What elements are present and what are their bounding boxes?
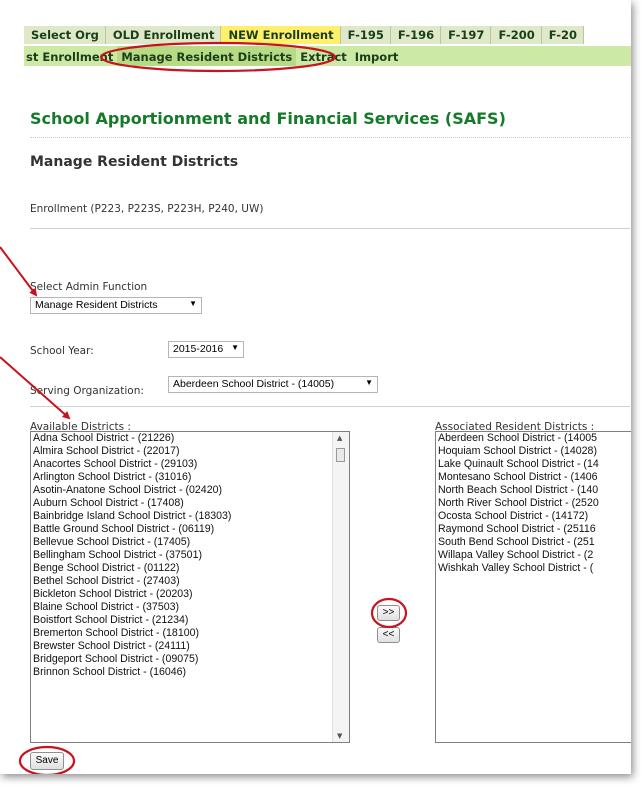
available-list-item[interactable]: Bethel School District - (27403) <box>31 575 349 588</box>
screenshot-frame: Select Org OLD Enrollment NEW Enrollment… <box>0 0 631 774</box>
available-list-item[interactable]: Almira School District - (22017) <box>31 445 349 458</box>
associated-list-item[interactable]: Ocosta School District - (14172) <box>436 510 631 523</box>
school-year-select[interactable]: 2015-2016 ▼ <box>168 341 244 358</box>
add-district-button[interactable]: >> <box>377 605 400 621</box>
enrollment-description: Enrollment (P223, P223S, P223H, P240, UW… <box>30 203 264 215</box>
associated-list-item[interactable]: North Beach School District - (140 <box>436 484 631 497</box>
subtab-import[interactable]: Import <box>351 46 403 66</box>
associated-items: Aberdeen School District - (14005 Hoquiam… <box>436 432 631 575</box>
section-title: Manage Resident Districts <box>30 154 239 170</box>
available-list-item[interactable]: Benge School District - (01122) <box>31 562 349 575</box>
save-button[interactable]: Save <box>30 752 64 770</box>
scroll-down-icon[interactable]: ▼ <box>337 732 342 740</box>
serving-org-select[interactable]: Aberdeen School District - (14005) ▼ <box>168 376 378 393</box>
scrollbar[interactable]: ▲ ▼ <box>332 432 349 742</box>
associated-list-item[interactable]: Raymond School District - (25116 <box>436 523 631 536</box>
available-items: Adna School District - (21226) Almira Sch… <box>31 432 349 679</box>
associated-list-item[interactable]: Wishkah Valley School District - ( <box>436 562 631 575</box>
school-year-label: School Year: <box>30 345 94 357</box>
tab-f20x[interactable]: F-20 <box>542 26 584 44</box>
available-list-item[interactable]: Blaine School District - (37503) <box>31 601 349 614</box>
available-list-item[interactable]: Boistfort School District - (21234) <box>31 614 349 627</box>
subtab-enrollment[interactable]: st Enrollment <box>24 46 117 66</box>
available-list-item[interactable]: Asotin-Anatone School District - (02420) <box>31 484 349 497</box>
subtab-extract[interactable]: Extract <box>296 46 351 66</box>
available-list-item[interactable]: Auburn School District - (17408) <box>31 497 349 510</box>
available-list-item[interactable]: Anacortes School District - (29103) <box>31 458 349 471</box>
available-list-item[interactable]: Bellevue School District - (17405) <box>31 536 349 549</box>
available-districts-list[interactable]: Adna School District - (21226) Almira Sch… <box>30 431 350 743</box>
school-year-value: 2015-2016 <box>173 343 224 355</box>
divider <box>30 228 630 229</box>
admin-function-label: Select Admin Function <box>30 281 148 293</box>
tab-f196[interactable]: F-196 <box>391 26 442 44</box>
available-list-item[interactable]: Adna School District - (21226) <box>31 432 349 445</box>
page: Select Org OLD Enrollment NEW Enrollment… <box>0 0 631 774</box>
associated-list-item[interactable]: South Bend School District - (251 <box>436 536 631 549</box>
subtab-manage-resident-districts[interactable]: Manage Resident Districts <box>117 46 297 66</box>
available-list-item[interactable]: Bremerton School District - (18100) <box>31 627 349 640</box>
page-title: School Apportionment and Financial Servi… <box>30 109 506 128</box>
associated-list-item[interactable]: Montesano School District - (1406 <box>436 471 631 484</box>
tab-new-enrollment[interactable]: NEW Enrollment <box>221 26 341 44</box>
admin-function-value: Manage Resident Districts <box>35 299 158 311</box>
tab-select-org[interactable]: Select Org <box>24 26 106 44</box>
admin-function-select[interactable]: Manage Resident Districts ▼ <box>30 297 202 314</box>
divider <box>30 406 630 407</box>
dropdown-arrow-icon: ▼ <box>189 299 197 308</box>
serving-org-value: Aberdeen School District - (14005) <box>173 378 335 390</box>
associated-list-item[interactable]: Hoquiam School District - (14028) <box>436 445 631 458</box>
available-list-item[interactable]: Bainbridge Island School District - (183… <box>31 510 349 523</box>
associated-districts-list[interactable]: Aberdeen School District - (14005 Hoquiam… <box>435 431 631 743</box>
available-list-item[interactable]: Bridgeport School District - (09075) <box>31 653 349 666</box>
available-list-item[interactable]: Brinnon School District - (16046) <box>31 666 349 679</box>
scroll-up-icon[interactable]: ▲ <box>337 434 342 442</box>
scroll-thumb[interactable] <box>336 448 345 462</box>
associated-list-item[interactable]: Willapa Valley School District - (2 <box>436 549 631 562</box>
available-list-item[interactable]: Arlington School District - (31016) <box>31 471 349 484</box>
available-list-item[interactable]: Bickleton School District - (20203) <box>31 588 349 601</box>
associated-list-item[interactable]: Aberdeen School District - (14005 <box>436 432 631 445</box>
serving-org-label: Serving Organization: <box>30 385 144 397</box>
remove-district-button[interactable]: << <box>377 627 400 643</box>
title-divider <box>30 137 630 138</box>
dropdown-arrow-icon: ▼ <box>231 343 239 352</box>
available-list-item[interactable]: Brewster School District - (24111) <box>31 640 349 653</box>
main-nav-tabs: Select Org OLD Enrollment NEW Enrollment… <box>24 26 584 44</box>
tab-old-enrollment[interactable]: OLD Enrollment <box>106 26 222 44</box>
sub-nav-tabs: st Enrollment Manage Resident Districts … <box>24 46 631 66</box>
tab-f195[interactable]: F-195 <box>341 26 391 44</box>
available-list-item[interactable]: Battle Ground School District - (06119) <box>31 523 349 536</box>
tab-f200[interactable]: F-200 <box>491 26 542 44</box>
dropdown-arrow-icon: ▼ <box>365 378 373 387</box>
associated-list-item[interactable]: Lake Quinault School District - (14 <box>436 458 631 471</box>
tab-f197[interactable]: F-197 <box>441 26 492 44</box>
available-list-item[interactable]: Bellingham School District - (37501) <box>31 549 349 562</box>
associated-list-item[interactable]: North River School District - (2520 <box>436 497 631 510</box>
